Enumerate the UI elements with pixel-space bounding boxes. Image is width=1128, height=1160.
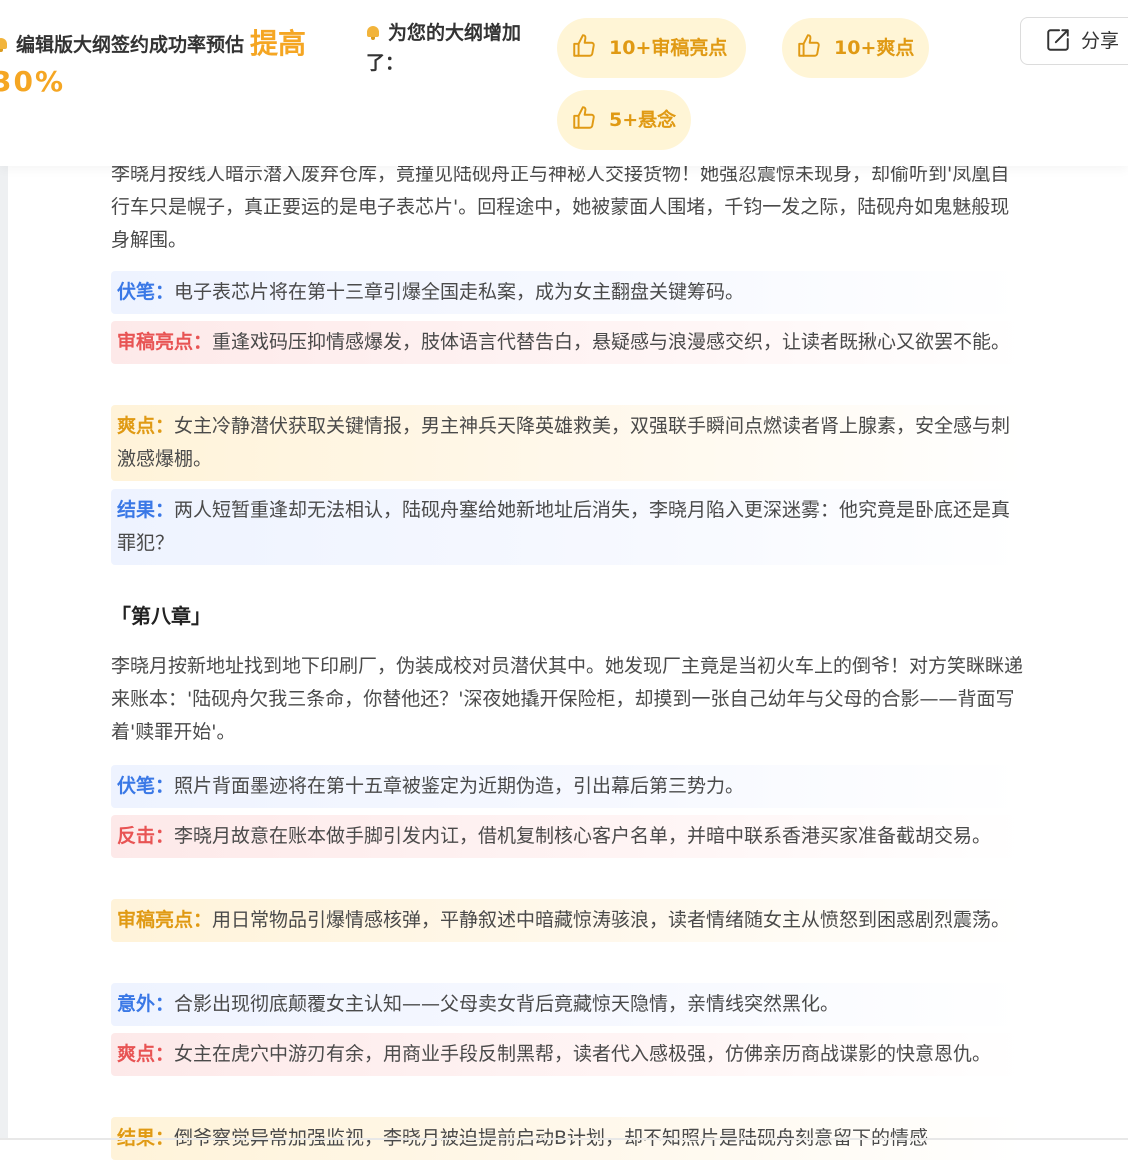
note-label: 伏笔： [117, 775, 175, 797]
note-text: 女主冷静潜伏获取关键情报，男主神兵天降英雄救美，双强联手瞬间点燃读者肾上腺素，安… [117, 415, 1011, 470]
note-text: 用日常物品引爆情感核弹，平静叙述中暗藏惊涛骇浪，读者情绪随女主从愤怒到困惑剧烈震… [212, 909, 1011, 931]
note-foreshadow: 伏笔：照片背面墨迹将在第十五章被鉴定为近期伪造，引出幕后第三势力。 [111, 765, 1024, 808]
thumbs-up-icon [798, 34, 820, 57]
note-label: 伏笔： [117, 281, 175, 303]
rate-prefix: 编辑版大纲签约成功率预估 [16, 34, 245, 56]
note-surprise: 意外：合影出现彻底颠覆女主认知——父母卖女背后竟藏惊天隐情，亲情线突然黑化。 [111, 983, 1024, 1026]
badge-label: 10+爽点 [834, 37, 915, 59]
rate-up-label: 提高 [250, 27, 307, 60]
share-button[interactable]: 分享 [1020, 17, 1128, 65]
note-result: 结果：两人短暂重逢却无法相认，陆砚舟塞给她新地址后消失，李晓月陷入更深迷雾：他究… [111, 489, 1024, 565]
added-features-label-wrap: 为您的大纲增加了： [366, 18, 556, 78]
note-label: 结果： [117, 499, 175, 521]
note-text: 电子表芯片将在第十三章引爆全国走私案，成为女主翻盘关键筹码。 [174, 281, 745, 303]
note-label: 爽点： [117, 1043, 175, 1065]
note-label: 反击： [117, 825, 175, 847]
chapter-8-title: 「第八章」 [111, 604, 211, 628]
note-label: 审稿亮点： [117, 331, 213, 353]
rate-value: 30% [0, 65, 66, 98]
chapter-7-paragraph: 李晓月按线人暗示潜入废弃仓库，竟撞见陆砚舟正与神秘人交接货物！她强忍震惊未现身，… [111, 163, 1010, 251]
badge-label: 10+审稿亮点 [609, 37, 728, 59]
share-label: 分享 [1081, 30, 1120, 52]
note-text: 李晓月故意在账本做手脚引发内讧，借机复制核心客户名单，并暗中联系香港买家准备截胡… [174, 825, 992, 847]
badge-review-highlights: 10+审稿亮点 [557, 18, 746, 78]
note-review-highlight: 审稿亮点：用日常物品引爆情感核弹，平静叙述中暗藏惊涛骇浪，读者情绪随女主从愤怒到… [111, 899, 1024, 942]
badge-label: 5+悬念 [609, 109, 677, 131]
note-text: 照片背面墨迹将在第十五章被鉴定为近期伪造，引出幕后第三势力。 [174, 775, 745, 797]
badge-thrill-points: 10+爽点 [782, 18, 929, 78]
thumbs-up-icon [573, 34, 595, 57]
note-text: 合影出现彻底颠覆女主认知——父母卖女背后竟藏惊天隐情，亲情线突然黑化。 [174, 993, 840, 1015]
share-icon [1047, 29, 1069, 51]
success-rate-banner: 编辑版大纲签约成功率预估 提高 30% 为您的大纲增加了： 10+审稿亮点 10+… [0, 0, 1128, 166]
bell-icon [366, 26, 380, 40]
added-features-label: 为您的大纲增加了： [366, 22, 522, 74]
bell-icon [0, 38, 8, 52]
note-thrill-point: 爽点：女主在虎穴中游刃有余，用商业手段反制黑帮，读者代入感极强，仿佛亲历商战谍影… [111, 1033, 1024, 1076]
note-text: 重逢戏码压抑情感爆发，肢体语言代替告白，悬疑感与浪漫感交织，让读者既揪心又欲罢不… [212, 331, 1011, 353]
outline-content: 李晓月按线人暗示潜入废弃仓库，竟撞见陆砚舟正与神秘人交接货物！她强忍震惊未现身，… [0, 0, 1128, 1160]
note-label: 爽点： [117, 415, 175, 437]
note-counterattack: 反击：李晓月故意在账本做手脚引发内讧，借机复制核心客户名单，并暗中联系香港买家准… [111, 815, 1024, 858]
note-thrill-point: 爽点：女主冷静潜伏获取关键情报，男主神兵天降英雄救美，双强联手瞬间点燃读者肾上腺… [111, 405, 1024, 481]
note-text: 女主在虎穴中游刃有余，用商业手段反制黑帮，读者代入感极强，仿佛亲历商战谍影的快意… [174, 1043, 992, 1065]
left-gutter [0, 166, 8, 1140]
note-label: 审稿亮点： [117, 909, 213, 931]
thumbs-up-icon [573, 106, 595, 129]
badge-suspense: 5+悬念 [557, 90, 691, 150]
rate-line: 编辑版大纲签约成功率预估 提高 [0, 24, 364, 65]
note-label: 意外： [117, 993, 175, 1015]
note-foreshadow: 伏笔：电子表芯片将在第十三章引爆全国走私案，成为女主翻盘关键筹码。 [111, 271, 1024, 314]
chapter-8-paragraph: 李晓月按新地址找到地下印刷厂，伪装成校对员潜伏其中。她发现厂主竟是当初火车上的倒… [111, 655, 1024, 743]
note-review-highlight: 审稿亮点：重逢戏码压抑情感爆发，肢体语言代替告白，悬疑感与浪漫感交织，让读者既揪… [111, 321, 1024, 364]
note-text: 两人短暂重逢却无法相认，陆砚舟塞给她新地址后消失，李晓月陷入更深迷雾：他究竟是卧… [117, 499, 1011, 554]
